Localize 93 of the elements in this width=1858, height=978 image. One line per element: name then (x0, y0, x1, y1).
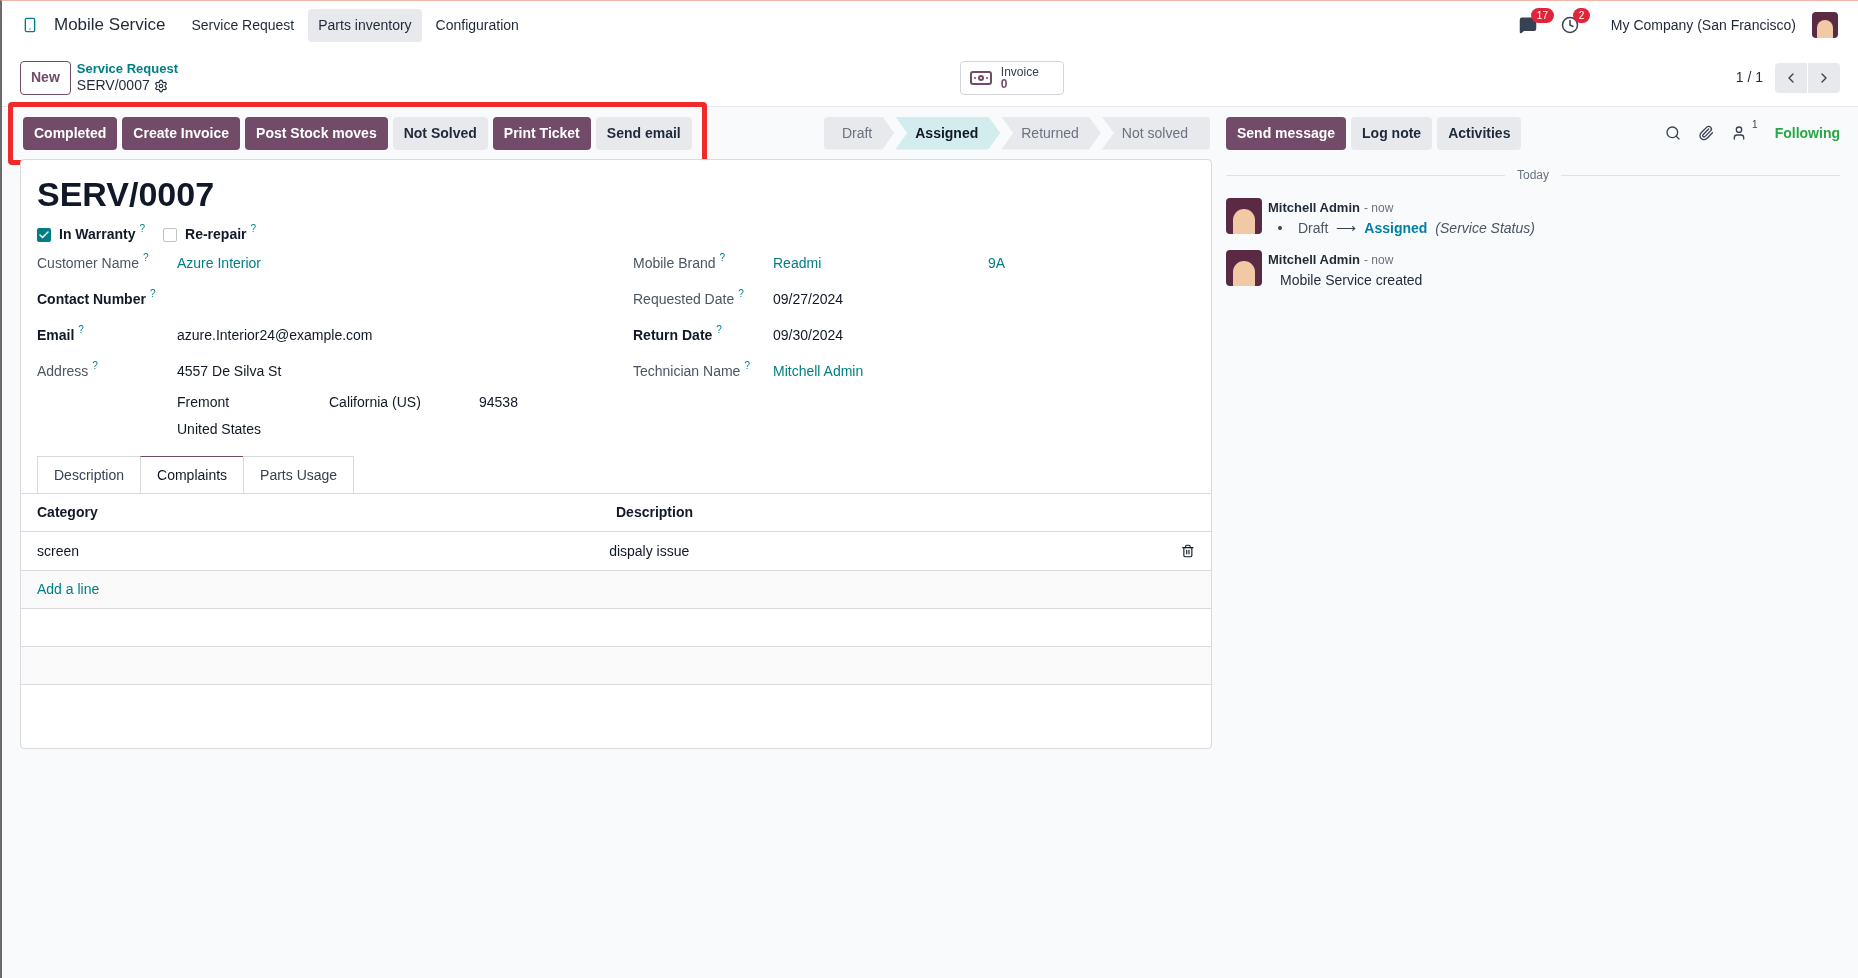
menu-item[interactable]: Parts inventory (308, 8, 422, 42)
field-value[interactable]: 09/30/2024 (773, 327, 844, 343)
notification-badge: 17 (1530, 8, 1554, 23)
chatter-button[interactable]: Log note (1351, 116, 1433, 150)
smart-button-label: Invoice (1000, 65, 1039, 78)
menu-item[interactable]: Configuration (425, 8, 529, 42)
help-tooltip-mark[interactable]: ? (744, 361, 750, 371)
chatter-button[interactable]: Activities (1437, 116, 1522, 150)
invoice-smart-button[interactable]: Invoice 0 (959, 60, 1064, 95)
status-step[interactable]: Returned (1001, 116, 1101, 150)
field-label: Return Date (633, 326, 713, 345)
status-step[interactable]: Not solved (1101, 116, 1210, 150)
field-label: Technician Name (633, 362, 741, 381)
help-tooltip-mark[interactable]: ? (92, 361, 98, 371)
field-link[interactable]: Readmi (773, 253, 988, 274)
help-tooltip-mark[interactable]: ? (716, 325, 722, 335)
action-button[interactable]: Post Stock moves (245, 116, 388, 150)
avatar (1226, 198, 1262, 234)
message-author[interactable]: Mitchell Admin (1268, 250, 1360, 270)
smart-button-count: 0 (1000, 77, 1008, 90)
chatter-button[interactable]: Send message (1226, 116, 1347, 150)
help-tooltip-mark[interactable]: ? (719, 253, 726, 263)
form-tab[interactable]: Parts Usage (243, 456, 355, 494)
checkbox-label: Re-repair (185, 225, 247, 244)
checkbox[interactable] (37, 227, 51, 242)
app-icon[interactable] (22, 15, 38, 35)
menu-item[interactable]: Service Request (181, 8, 305, 42)
field-link[interactable]: 9A (988, 253, 1006, 274)
activities-icon[interactable] (1560, 16, 1579, 34)
tracking-new-value: Assigned (1364, 219, 1428, 238)
date-separator: Today (1517, 167, 1549, 184)
field-value[interactable]: azure.Interior24@example.com (177, 327, 373, 343)
state-field[interactable]: California (US) (329, 392, 479, 413)
country-field[interactable]: United States (177, 419, 633, 440)
search-icon[interactable] (1665, 125, 1682, 141)
checkbox-label: In Warranty (59, 225, 136, 244)
action-button[interactable]: Print Ticket (492, 116, 591, 150)
next-button[interactable] (1808, 62, 1840, 93)
action-button[interactable]: Send email (595, 116, 692, 150)
record-title[interactable]: SERV/0007 (37, 172, 1195, 216)
column-header[interactable]: Category (37, 502, 616, 523)
field-link[interactable]: Azure Interior (177, 253, 392, 274)
delete-icon[interactable] (1181, 544, 1195, 558)
column-header[interactable]: Description (616, 502, 1195, 523)
help-tooltip-mark[interactable]: ? (149, 289, 156, 299)
table-cell-text: screen (37, 541, 81, 561)
record-name: SERV/0007 (76, 76, 150, 95)
message-time: - now (1363, 252, 1394, 269)
field-link[interactable]: Mitchell Admin (773, 361, 988, 382)
city-field[interactable]: Fremont (177, 392, 329, 413)
field-label: Mobile Brand (633, 254, 716, 273)
checkbox[interactable] (163, 227, 178, 242)
action-button[interactable]: Create Invoice (122, 116, 241, 150)
field-label: Customer Name (37, 254, 139, 273)
status-step[interactable]: Draft (823, 116, 895, 150)
field-label: Address (37, 362, 89, 381)
help-tooltip-mark[interactable]: ? (139, 224, 146, 234)
breadcrumb-link[interactable]: Service Request (76, 60, 178, 77)
form-tab[interactable]: Description (37, 456, 142, 494)
followers-count[interactable]: 1 (1752, 120, 1758, 130)
zip-field[interactable]: 94538 (479, 392, 518, 413)
paperclip-icon[interactable] (1698, 125, 1715, 141)
message-body: Mobile Service created (1279, 271, 1423, 290)
action-button[interactable]: Not Solved (392, 116, 488, 150)
avatar (1226, 250, 1262, 286)
avatar (1812, 12, 1838, 38)
help-tooltip-mark[interactable]: ? (142, 253, 149, 263)
help-tooltip-mark[interactable]: ? (78, 325, 84, 335)
field-value[interactable]: 09/27/2024 (773, 291, 844, 307)
action-button[interactable]: Completed (23, 116, 118, 150)
app-name[interactable]: Mobile Service (54, 12, 166, 38)
messages-icon[interactable] (1518, 16, 1537, 34)
company-switcher[interactable]: My Company (San Francisco) (1610, 14, 1796, 36)
message-time: - now (1363, 200, 1394, 217)
tracking-old-value: Draft (1298, 219, 1329, 238)
field-label: Contact Number (37, 290, 146, 309)
message-author[interactable]: Mitchell Admin (1268, 198, 1360, 218)
field-label: Requested Date (633, 290, 735, 309)
tracking-field: (Service Status) (1435, 218, 1535, 238)
pager-value[interactable]: 1 / 1 (1735, 67, 1763, 88)
previous-button[interactable] (1775, 62, 1807, 93)
status-step[interactable]: Assigned (895, 116, 1001, 150)
table-cell-text: dispaly issue (609, 541, 691, 561)
tracking-arrow: ⟶ (1336, 219, 1357, 238)
add-line-link[interactable]: Add a line (37, 579, 100, 600)
notification-badge: 2 (1572, 8, 1591, 23)
field-label: Email (37, 326, 75, 345)
street-field[interactable]: 4557 De Silva St (177, 361, 633, 382)
bullet-icon (1278, 226, 1282, 230)
settings-icon[interactable] (153, 78, 168, 93)
help-tooltip-mark[interactable]: ? (250, 224, 257, 234)
new-button[interactable]: New (20, 60, 71, 95)
help-tooltip-mark[interactable]: ? (738, 289, 744, 299)
